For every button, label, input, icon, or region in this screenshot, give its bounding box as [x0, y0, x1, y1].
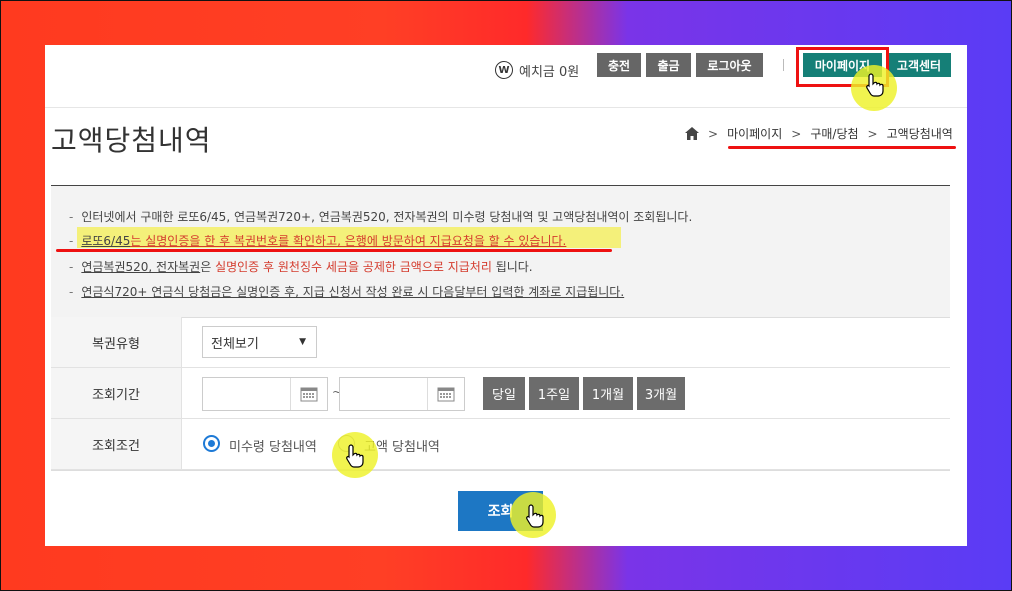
lottery-type-select[interactable]: 전체보기 ▼	[202, 326, 317, 358]
info-line-3: - 연금복권520, 전자복권은 실명인증 후 원천징수 세금을 공제한 금액으로…	[69, 260, 533, 274]
search-form: 복권유형 전체보기 ▼ 조회기간 ~ 당일 1주일 1개월 3개월 조회조건 미…	[51, 317, 950, 471]
hand-cursor-icon	[526, 504, 544, 528]
wallet-w-icon: W	[495, 61, 513, 79]
three-months-button[interactable]: 3개월	[637, 377, 685, 410]
main-panel: W 예치금 0원 충전 출금 로그아웃 마이페이지 고객센터 고액당첨내역 > …	[45, 45, 967, 546]
chevron-right-icon: >	[708, 126, 719, 141]
info-box: - 인터넷에서 구매한 로또6/45, 연금복권720+, 연금복권520, 전자…	[51, 185, 950, 318]
chevron-right-icon: >	[867, 126, 878, 141]
chevron-right-icon: >	[791, 126, 802, 141]
deposit-info: W 예치금 0원	[495, 58, 579, 82]
breadcrumb-mypage[interactable]: 마이페이지	[727, 125, 782, 142]
condition-row: 조회조건 미수령 당첨내역 고액 당첨내역	[51, 419, 950, 470]
one-month-button[interactable]: 1개월	[583, 377, 633, 410]
unclaimed-radio[interactable]	[203, 435, 220, 452]
start-date-input[interactable]	[202, 377, 328, 411]
condition-label: 조회조건	[51, 419, 182, 469]
deposit-label: 예치금 0원	[519, 64, 580, 80]
withdraw-button[interactable]: 출금	[646, 53, 691, 77]
calendar-icon[interactable]	[427, 378, 464, 410]
period-label: 조회기간	[51, 368, 182, 418]
hand-cursor-icon	[866, 73, 884, 97]
info-line-2: - 로또6/45는 실명인증을 한 후 복권번호를 확인하고, 은행에 방문하여 …	[69, 234, 567, 248]
top-bar: W 예치금 0원 충전 출금 로그아웃 마이페이지 고객센터	[45, 45, 967, 108]
lottery-type-label: 복권유형	[51, 317, 182, 367]
unclaimed-radio-label[interactable]: 미수령 당첨내역	[229, 436, 317, 455]
one-week-button[interactable]: 1주일	[529, 377, 579, 410]
home-icon[interactable]	[685, 127, 699, 140]
page-title: 고액당첨내역	[51, 124, 212, 157]
info-line-4: - 연금식720+ 연금식 당첨금은 실명인증 후, 지급 신청서 작성 완료 시…	[69, 285, 625, 299]
breadcrumb: > 마이페이지 > 구매/당첨 > 고액당첨내역	[685, 125, 953, 142]
breadcrumb-purchase[interactable]: 구매/당첨	[810, 125, 858, 142]
support-button[interactable]: 고객센터	[887, 53, 951, 77]
end-date-input[interactable]	[339, 377, 465, 411]
dropdown-arrow-icon: ▼	[299, 337, 306, 347]
logout-button[interactable]: 로그아웃	[696, 53, 763, 77]
lottery-type-row: 복권유형 전체보기 ▼	[51, 317, 950, 368]
breadcrumb-red-underline	[728, 146, 956, 149]
info-red-underline	[56, 249, 612, 252]
period-row: 조회기간 ~ 당일 1주일 1개월 3개월	[51, 368, 950, 419]
header-divider	[783, 59, 784, 71]
hand-cursor-icon	[346, 444, 364, 468]
charge-button[interactable]: 충전	[597, 53, 641, 77]
today-button[interactable]: 당일	[483, 377, 525, 410]
calendar-icon[interactable]	[290, 378, 327, 410]
breadcrumb-current[interactable]: 고액당첨내역	[887, 125, 953, 142]
info-line-1: - 인터넷에서 구매한 로또6/45, 연금복권720+, 연금복권520, 전자…	[69, 210, 693, 224]
